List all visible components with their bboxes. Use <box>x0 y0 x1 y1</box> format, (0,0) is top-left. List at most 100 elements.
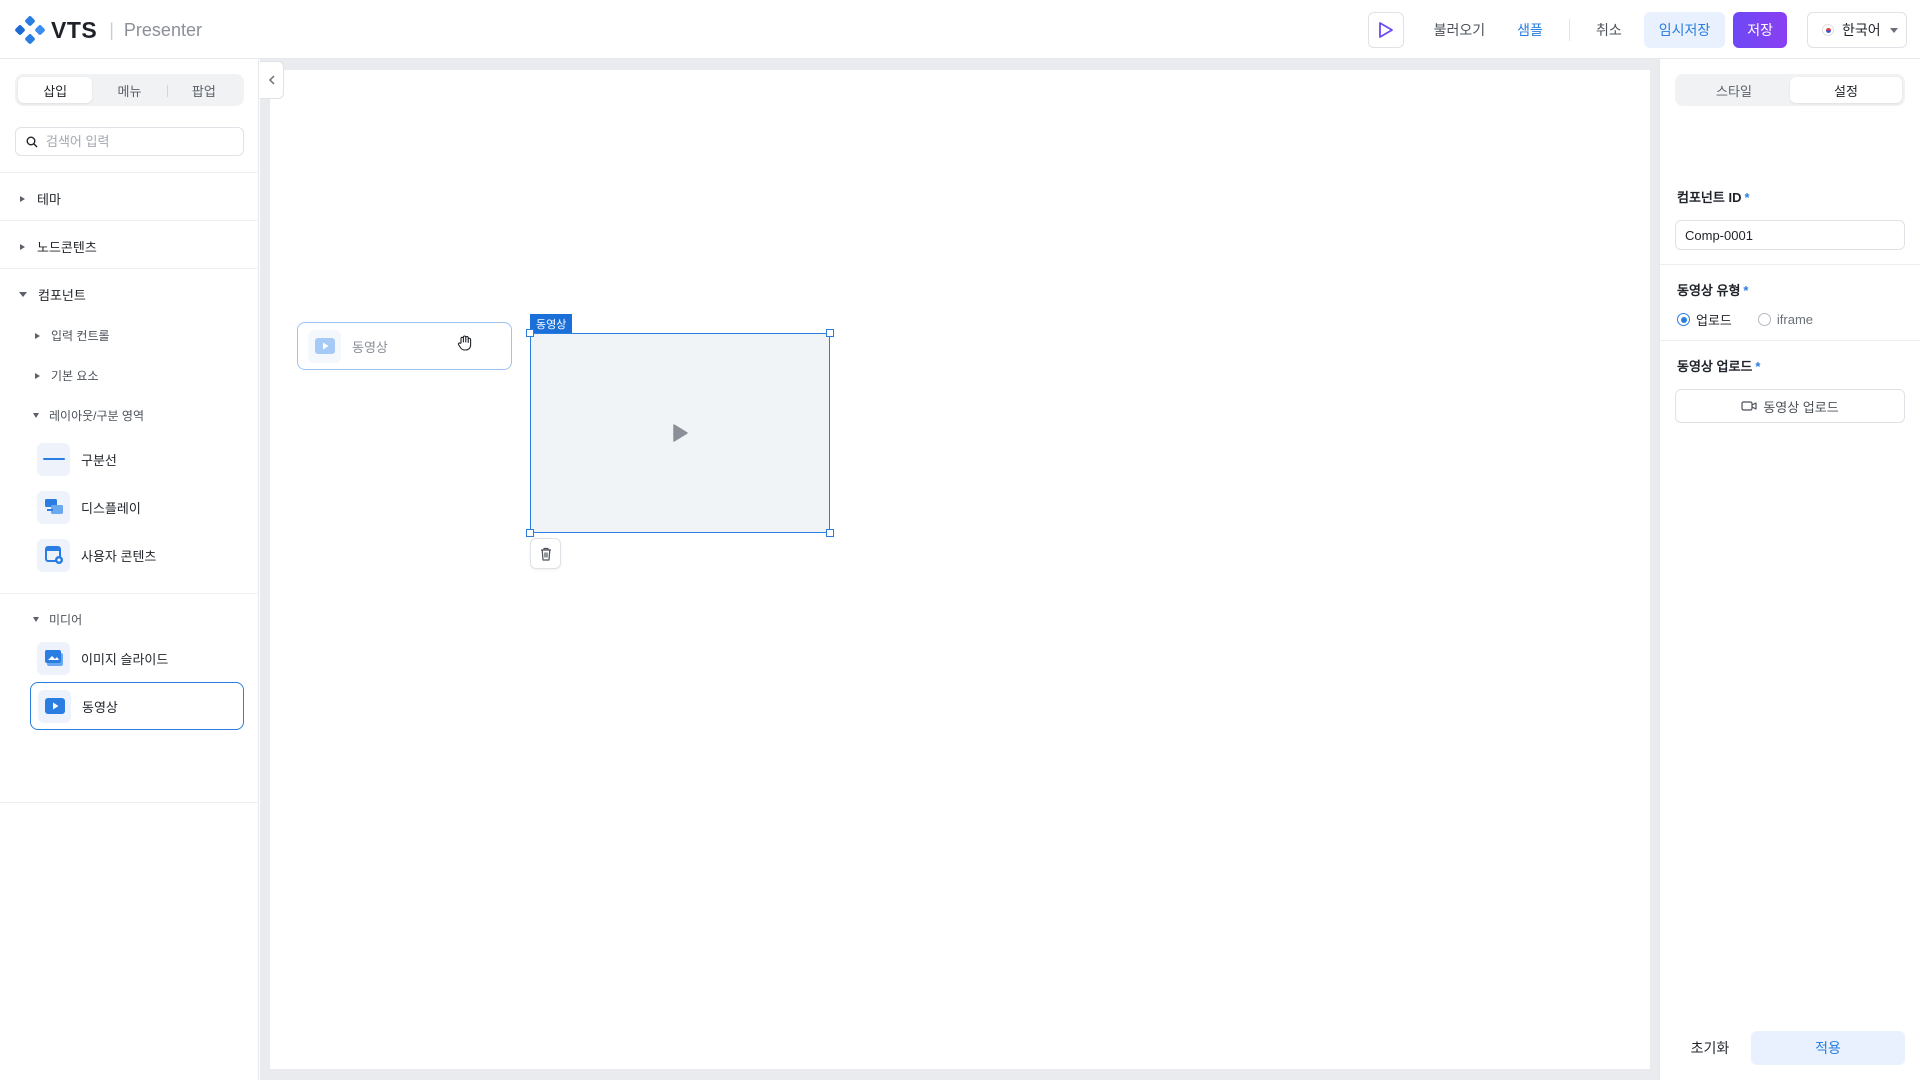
caret-down-icon <box>33 413 39 418</box>
dragging-component-preview[interactable]: 동영상 <box>297 322 512 370</box>
temp-save-button[interactable]: 임시저장 <box>1643 12 1726 48</box>
component-image-slide[interactable]: 이미지 슬라이드 <box>30 634 244 682</box>
video-type-radio-group: 업로드 iframe <box>1677 310 1813 329</box>
properties-panel: 스타일 설정 컴포넌트 ID* 동영상 유형* 업로드 iframe 동영상 업… <box>1659 59 1920 1080</box>
tree-item-label: 테마 <box>37 192 61 207</box>
video-icon <box>308 329 341 363</box>
caret-right-icon <box>20 243 25 250</box>
component-display[interactable]: 디스플레이 <box>30 483 244 531</box>
video-camera-icon <box>1741 401 1757 411</box>
video-icon <box>38 689 71 723</box>
language-select[interactable]: 한국어 <box>1807 12 1907 48</box>
tree-item-label: 컴포넌트 <box>38 288 86 303</box>
header-divider <box>1568 19 1570 41</box>
component-id-input[interactable] <box>1675 220 1905 250</box>
play-icon <box>1378 22 1393 38</box>
tab-insert[interactable]: 삽입 <box>18 77 93 103</box>
required-mark: * <box>1755 359 1761 374</box>
tab-style[interactable]: 스타일 <box>1678 77 1790 103</box>
image-slide-icon <box>37 641 70 675</box>
tree-item-node-contents[interactable]: 노드콘텐츠 <box>20 237 97 256</box>
label-text: 동영상 업로드 <box>1677 359 1753 374</box>
video-upload-button[interactable]: 동영상 업로드 <box>1675 389 1905 423</box>
tree-item-media[interactable]: 미디어 <box>33 611 82 628</box>
play-icon <box>673 424 688 442</box>
search-input[interactable] <box>46 134 226 149</box>
reset-button[interactable]: 초기화 <box>1675 1031 1745 1065</box>
resize-handle-top-right[interactable] <box>826 329 834 337</box>
preview-play-button[interactable] <box>1367 12 1404 48</box>
caret-down-icon <box>33 617 39 622</box>
load-button[interactable]: 불러오기 <box>1418 12 1502 48</box>
video-type-label: 동영상 유형 * <box>1677 280 1748 299</box>
cancel-button[interactable]: 취소 <box>1580 12 1638 48</box>
radio-upload[interactable] <box>1677 313 1690 326</box>
resize-handle-top-left[interactable] <box>526 329 534 337</box>
left-tabs: 삽입 메뉴 팝업 <box>15 74 244 106</box>
video-upload-label: 동영상 업로드 * <box>1677 356 1760 375</box>
tree-item-label: 노드콘텐츠 <box>37 240 97 255</box>
left-panel: 삽입 메뉴 팝업 테마 노드콘텐츠 컴포넌트 입력 컨트롤 기본 요소 레이아웃… <box>0 59 259 1080</box>
tab-settings[interactable]: 설정 <box>1790 77 1902 103</box>
chevron-left-icon <box>268 75 275 85</box>
component-label: 디스플레이 <box>81 500 141 516</box>
section-divider <box>1660 264 1920 265</box>
search-box[interactable] <box>15 127 244 156</box>
component-id-label: 컴포넌트 ID * <box>1677 187 1750 206</box>
top-header: VTS | Presenter 불러오기 샘플 취소 임시저장 저장 한국어 <box>0 0 1920 59</box>
component-label: 동영상 <box>82 699 118 715</box>
radio-upload-label: 업로드 <box>1696 313 1732 328</box>
apply-button[interactable]: 적용 <box>1751 1031 1905 1065</box>
tree-item-label: 기본 요소 <box>51 369 99 383</box>
radio-iframe[interactable] <box>1757 313 1771 326</box>
design-canvas[interactable] <box>270 70 1650 1069</box>
header-actions: 불러오기 샘플 취소 임시저장 저장 한국어 <box>1367 11 1907 49</box>
tab-popup[interactable]: 팝업 <box>166 77 241 103</box>
selected-component-tag: 동영상 <box>530 314 573 333</box>
caret-right-icon <box>35 372 40 379</box>
label-text: 동영상 유형 <box>1677 283 1741 298</box>
collapse-panel-button[interactable] <box>260 61 284 99</box>
grab-hand-cursor-icon <box>456 334 474 355</box>
tree-item-label: 레이아웃/구분 영역 <box>49 409 144 423</box>
properties-tabs: 스타일 설정 <box>1675 74 1905 106</box>
search-icon <box>26 136 38 147</box>
chevron-down-icon <box>1890 27 1898 33</box>
divider-icon <box>37 442 70 476</box>
component-user-content[interactable]: 사용자 콘텐츠 <box>30 531 244 579</box>
component-label: 사용자 콘텐츠 <box>81 548 157 564</box>
display-icon <box>37 490 70 524</box>
logo-separator: | <box>109 19 114 40</box>
resize-handle-bottom-left[interactable] <box>526 529 534 537</box>
sample-button[interactable]: 샘플 <box>1501 12 1559 48</box>
tree-item-theme[interactable]: 테마 <box>20 189 61 208</box>
component-label: 이미지 슬라이드 <box>81 651 169 667</box>
required-mark: * <box>1743 283 1749 298</box>
tree-item-layout[interactable]: 레이아웃/구분 영역 <box>33 407 144 424</box>
drag-label: 동영상 <box>352 339 388 355</box>
component-label: 구분선 <box>81 452 117 468</box>
trash-icon <box>540 547 551 561</box>
caret-down-icon <box>19 292 27 297</box>
tree-item-label: 입력 컨트롤 <box>51 329 110 343</box>
caret-right-icon <box>20 195 25 202</box>
component-video[interactable]: 동영상 <box>30 682 244 730</box>
resize-handle-bottom-right[interactable] <box>826 529 834 537</box>
tree-item-basic-elements[interactable]: 기본 요소 <box>35 367 99 384</box>
video-component[interactable] <box>530 333 830 533</box>
logo: VTS | Presenter <box>15 16 202 44</box>
tree-item-components[interactable]: 컴포넌트 <box>19 285 86 304</box>
language-label: 한국어 <box>1842 22 1881 38</box>
tab-menu[interactable]: 메뉴 <box>92 77 166 103</box>
user-content-icon <box>37 538 70 572</box>
label-text: 컴포넌트 ID <box>1677 190 1742 205</box>
component-divider[interactable]: 구분선 <box>30 435 244 483</box>
upload-button-label: 동영상 업로드 <box>1763 399 1839 415</box>
required-mark: * <box>1744 190 1750 205</box>
tree-item-input-controls[interactable]: 입력 컨트롤 <box>35 327 110 344</box>
delete-component-button[interactable] <box>530 538 561 569</box>
logo-text: VTS <box>51 16 98 43</box>
logo-subtitle: Presenter <box>123 19 202 40</box>
save-button[interactable]: 저장 <box>1733 12 1787 48</box>
korea-flag-icon <box>1822 24 1834 36</box>
